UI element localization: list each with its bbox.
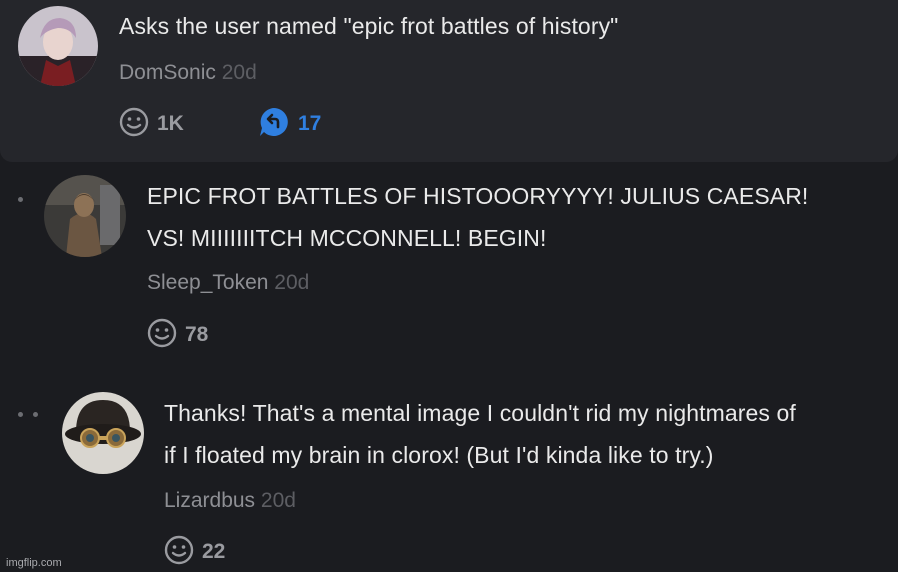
watermark: imgflip.com xyxy=(6,557,62,569)
comment-text: EPIC FROT BATTLES OF HISTOOORYYYY! JULIU… xyxy=(147,175,808,259)
thread-depth-dot xyxy=(18,197,23,202)
timestamp: 20d xyxy=(221,61,257,84)
like-count: 22 xyxy=(202,540,226,563)
like-button[interactable]: 22 xyxy=(164,535,226,570)
smiley-icon xyxy=(147,318,177,353)
timestamp: 20d xyxy=(260,489,296,512)
like-button[interactable]: 1K xyxy=(119,107,184,142)
reply-button[interactable]: 17 xyxy=(258,106,322,143)
reply-count: 17 xyxy=(298,112,322,135)
comment-text: Asks the user named "epic frot battles o… xyxy=(119,5,618,47)
like-button[interactable]: 78 xyxy=(147,318,209,353)
comment-meta: Sleep_Token 20d xyxy=(147,271,309,295)
comment-meta: DomSonic 20d xyxy=(119,61,257,85)
like-count: 78 xyxy=(185,323,209,346)
comment-line: if I floated my brain in clorox! (But I'… xyxy=(164,442,714,468)
like-count: 1K xyxy=(157,112,184,135)
comment-line: VS! MIIIIIIITCH MCCONNELL! BEGIN! xyxy=(147,225,547,251)
thread-depth-dot xyxy=(18,412,23,417)
username[interactable]: Lizardbus xyxy=(164,489,255,512)
comment-meta: Lizardbus 20d xyxy=(164,489,296,513)
username[interactable]: Sleep_Token xyxy=(147,271,268,294)
reply-bubble-icon xyxy=(258,106,290,143)
smiley-icon xyxy=(119,107,149,142)
comment-text: Thanks! That's a mental image I couldn't… xyxy=(164,392,796,476)
avatar-sleep-token[interactable] xyxy=(44,175,126,257)
comment-line: Asks the user named "epic frot battles o… xyxy=(119,13,619,39)
comment-line: Thanks! That's a mental image I couldn't… xyxy=(164,400,796,426)
thread-depth-dot xyxy=(33,412,38,417)
username[interactable]: DomSonic xyxy=(119,61,216,84)
avatar-lizardbus[interactable] xyxy=(62,392,144,474)
timestamp: 20d xyxy=(274,271,310,294)
smiley-icon xyxy=(164,535,194,570)
comment-line: EPIC FROT BATTLES OF HISTOOORYYYY! JULIU… xyxy=(147,183,809,209)
avatar-domsonic[interactable] xyxy=(18,6,98,86)
